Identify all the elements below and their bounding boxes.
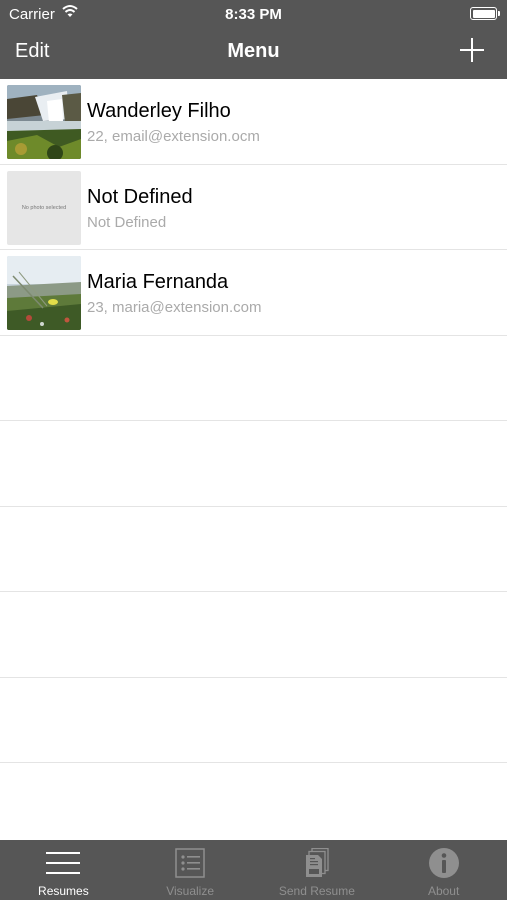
empty-row [0, 678, 507, 763]
pdf-icon [305, 848, 329, 877]
status-bar: Carrier 8:33 PM [0, 0, 507, 28]
tab-bar: Resumes Visualize Send Resume About [0, 840, 507, 900]
resume-name: Wanderley Filho [87, 100, 231, 122]
empty-row [0, 421, 507, 507]
tab-label: About [427, 884, 460, 898]
resume-detail: 22, email@extension.ocm [87, 128, 260, 145]
tab-visualize[interactable]: Visualize [127, 840, 254, 900]
list-item[interactable]: Maria Fernanda 23, maria@extension.com [0, 250, 507, 336]
empty-row [0, 592, 507, 678]
plus-icon[interactable] [459, 38, 485, 64]
resume-detail: Not Defined [87, 213, 167, 231]
top-bar: Carrier 8:33 PM Edit Menu [0, 0, 507, 79]
tab-label: Send Resume [278, 884, 355, 898]
flowers-photo [7, 256, 81, 330]
tab-about[interactable]: About [380, 840, 507, 900]
resume-list: Wanderley Filho 22, email@extension.ocm … [0, 79, 507, 840]
tab-label: Resumes [38, 884, 89, 898]
navigation-bar: Edit Menu [0, 28, 507, 79]
empty-row [0, 336, 507, 421]
tab-label: Visualize [166, 884, 215, 898]
empty-row [0, 507, 507, 592]
tab-send-resume[interactable]: Send Resume [254, 840, 381, 900]
clock: 8:33 PM [225, 6, 282, 23]
resume-name: Not Defined [87, 185, 193, 208]
list-icon [175, 848, 205, 878]
resume-name: Maria Fernanda [87, 271, 229, 293]
no-photo-label: No photo selected [21, 204, 67, 211]
edit-button[interactable]: Edit [15, 40, 49, 63]
list-item[interactable]: No photo selected Not Defined Not Define… [0, 165, 507, 250]
page-title: Menu [227, 40, 280, 62]
hamburger-icon [46, 852, 81, 874]
battery-icon [470, 7, 500, 20]
info-icon [428, 848, 459, 878]
list-item[interactable]: Wanderley Filho 22, email@extension.ocm [0, 79, 507, 165]
resume-detail: 23, maria@extension.com [87, 299, 262, 316]
tab-resumes[interactable]: Resumes [0, 840, 127, 900]
no-photo-placeholder: No photo selected [7, 170, 81, 245]
waterfall-photo [7, 85, 81, 159]
